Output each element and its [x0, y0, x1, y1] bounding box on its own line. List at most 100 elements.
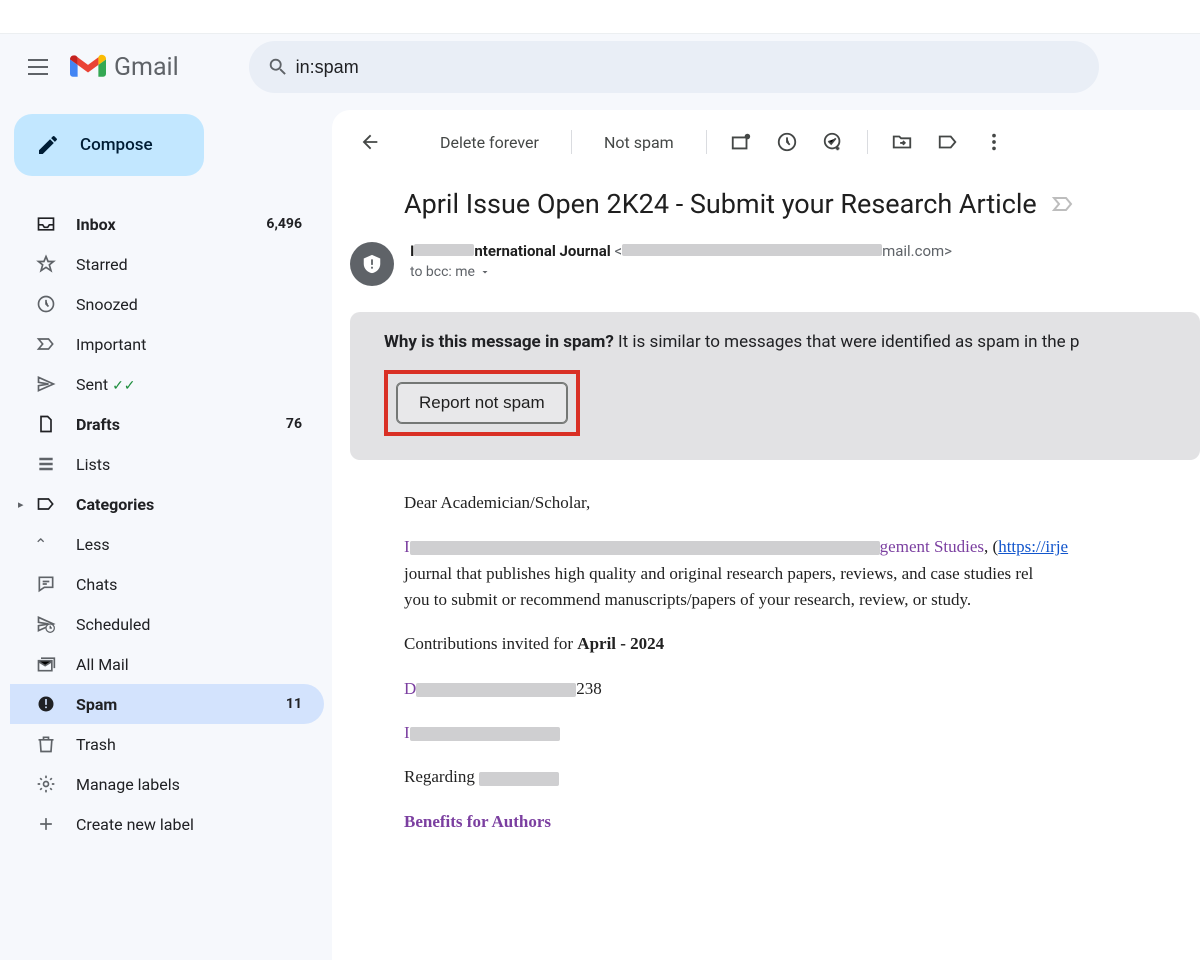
regarding-line: Regarding	[404, 764, 1182, 790]
sidebar-item-starred[interactable]: Starred	[10, 244, 324, 284]
spam-banner: Why is this message in spam? It is simil…	[350, 312, 1200, 460]
sidebar-item-count: 6,496	[266, 216, 302, 232]
sidebar-item-label: Create new label	[76, 815, 302, 834]
mark-unread-button[interactable]	[721, 122, 761, 162]
sidebar-item-label: Spam	[76, 695, 286, 714]
sender-avatar[interactable]	[350, 242, 394, 286]
sidebar-item-label: Snoozed	[76, 295, 302, 314]
header: Gmail	[0, 34, 1200, 100]
sidebar-item-sent[interactable]: Sent✓✓	[10, 364, 324, 404]
recipient-line[interactable]: to bcc: me	[410, 264, 952, 280]
sidebar-item-scheduled[interactable]: Scheduled	[10, 604, 324, 644]
more-button[interactable]	[974, 122, 1014, 162]
sidebar-item-label: Important	[76, 335, 302, 354]
report-not-spam-button[interactable]: Report not spam	[396, 382, 568, 424]
sender-row: International Journal <mail.com> to bcc:…	[332, 230, 1200, 292]
sidebar-item-trash[interactable]: Trash	[10, 724, 324, 764]
sidebar-item-label: Inbox	[76, 215, 266, 234]
message-toolbar: Delete forever Not spam	[332, 114, 1200, 170]
plus-icon	[36, 814, 76, 834]
file-icon	[36, 414, 76, 434]
sidebar: Compose Inbox6,496 Starred Snoozed Importan…	[0, 100, 332, 960]
mark-unread-icon	[730, 131, 752, 153]
snooze-button[interactable]	[767, 122, 807, 162]
divider	[867, 130, 868, 154]
sidebar-item-label: Trash	[76, 735, 302, 754]
sidebar-item-chats[interactable]: Chats	[10, 564, 324, 604]
sidebar-item-drafts[interactable]: Drafts76	[10, 404, 324, 444]
sidebar-item-newlabel[interactable]: Create new label	[10, 804, 324, 844]
back-button[interactable]	[350, 122, 390, 162]
sidebar-item-count: 76	[286, 416, 302, 432]
important-marker-icon[interactable]	[1051, 192, 1075, 216]
sidebar-item-lists[interactable]: Lists	[10, 444, 324, 484]
important-icon	[36, 334, 76, 354]
app-name: Gmail	[114, 53, 179, 82]
trash-icon	[36, 734, 76, 754]
sidebar-item-spam[interactable]: Spam11	[10, 684, 324, 724]
more-vert-icon	[983, 131, 1005, 153]
greeting: Dear Academician/Scholar,	[404, 490, 1182, 516]
clock-icon	[36, 294, 76, 314]
sidebar-item-manage[interactable]: Manage labels	[10, 764, 324, 804]
clock-icon	[776, 131, 798, 153]
highlight-box: Report not spam	[384, 370, 580, 436]
contributions-line: Contributions invited for April - 2024	[404, 631, 1182, 657]
email-body: Dear Academician/Scholar, Igement Studie…	[332, 460, 1200, 835]
sidebar-item-inbox[interactable]: Inbox6,496	[10, 204, 324, 244]
sidebar-item-label: Drafts	[76, 415, 286, 434]
issn-line: I	[404, 720, 1182, 746]
expand-icon	[479, 266, 491, 278]
spam-icon	[36, 694, 76, 714]
sidebar-item-allmail[interactable]: All Mail	[10, 644, 324, 684]
folder-move-icon	[891, 131, 913, 153]
spam-explanation: Why is this message in spam? It is simil…	[384, 332, 1176, 352]
sidebar-item-less[interactable]: Less	[10, 524, 324, 564]
sidebar-item-label: Manage labels	[76, 775, 302, 794]
arrow-back-icon	[359, 131, 381, 153]
move-to-button[interactable]	[882, 122, 922, 162]
allmail-icon	[36, 654, 76, 674]
sidebar-item-label: Chats	[76, 575, 302, 594]
main-content: Delete forever Not spam	[332, 110, 1200, 960]
hamburger-icon	[28, 59, 48, 75]
doi-line: D238	[404, 676, 1182, 702]
divider	[571, 130, 572, 154]
compose-label: Compose	[80, 135, 153, 155]
sidebar-item-categories[interactable]: Categories	[10, 484, 324, 524]
sidebar-item-count: 11	[286, 696, 302, 712]
scheduled-icon	[36, 614, 76, 634]
benefits-heading: Benefits for Authors	[404, 809, 1182, 835]
search-bar[interactable]	[249, 41, 1099, 93]
sidebar-item-important[interactable]: Important	[10, 324, 324, 364]
compose-button[interactable]: Compose	[14, 114, 204, 176]
sidebar-item-label: Sent✓✓	[76, 375, 302, 394]
send-icon	[36, 374, 76, 394]
lists-icon	[36, 454, 76, 474]
labels-button[interactable]	[928, 122, 968, 162]
inbox-icon	[36, 214, 76, 234]
sidebar-item-label: Starred	[76, 255, 302, 274]
sidebar-item-label: Lists	[76, 455, 302, 474]
not-spam-button[interactable]: Not spam	[586, 122, 692, 162]
spam-avatar-icon	[361, 253, 383, 275]
delete-forever-button[interactable]: Delete forever	[422, 122, 557, 162]
add-task-icon	[822, 131, 844, 153]
add-task-button[interactable]	[813, 122, 853, 162]
pencil-icon	[36, 133, 60, 157]
sidebar-item-label: All Mail	[76, 655, 302, 674]
sidebar-item-label: Less	[76, 535, 302, 554]
star-icon	[36, 254, 76, 274]
label-icon	[937, 131, 959, 153]
journal-link[interactable]: https://irje	[998, 537, 1068, 556]
search-input[interactable]	[296, 57, 1081, 78]
double-check-icon: ✓✓	[112, 378, 135, 394]
sidebar-item-label: Scheduled	[76, 615, 302, 634]
intro-paragraph: Igement Studies, (https://irje journal t…	[404, 534, 1182, 613]
gmail-logo[interactable]: Gmail	[70, 53, 179, 82]
email-subject: April Issue Open 2K24 - Submit your Rese…	[404, 188, 1037, 220]
sidebar-item-snoozed[interactable]: Snoozed	[10, 284, 324, 324]
chat-icon	[36, 574, 76, 594]
main-menu-button[interactable]	[14, 43, 62, 91]
gmail-logo-icon	[70, 53, 106, 81]
